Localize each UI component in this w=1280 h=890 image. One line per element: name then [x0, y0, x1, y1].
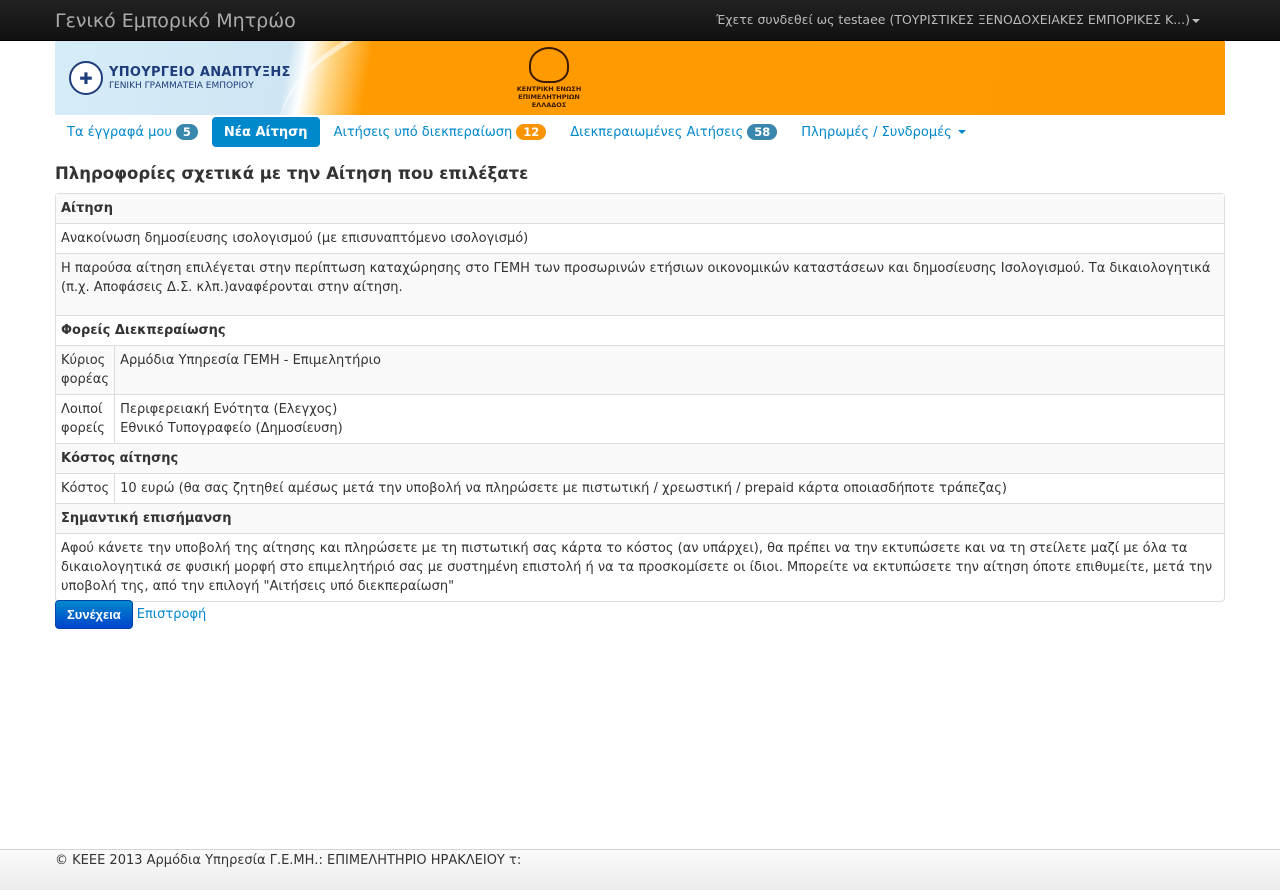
hermes-head-icon — [529, 47, 569, 83]
top-navbar: Γενικό Εμπορικό Μητρώο Έχετε συνδεθεί ως… — [0, 0, 1280, 41]
request-section-header: Αίτηση — [56, 194, 1224, 223]
user-menu[interactable]: Έχετε συνδεθεί ως testaee (ΤΟΥΡΙΣΤΙΚΕΣ Ξ… — [716, 12, 1200, 27]
tab-new-request[interactable]: Νέα Αίτηση — [211, 117, 320, 147]
ministry-logo: ✚ ΥΠΟΥΡΓΕΙΟ ΑΝΑΠΤΥΞΗΣ ΓΕΝΙΚΗ ΓΡΑΜΜΑΤΕΙΑ … — [69, 61, 291, 95]
tab-label: Πληρωμές / Συνδρομές — [801, 124, 952, 140]
continue-button[interactable]: Συνέχεια — [55, 600, 133, 629]
tab-my-documents[interactable]: Τα έγγραφά μου 5 — [55, 117, 210, 147]
other-agency-item: Περιφερειακή Ενότητα (Ελεγχος) — [120, 402, 338, 417]
other-agencies-value: Περιφερειακή Ενότητα (Ελεγχος) Εθνικό Τυπ… — [115, 394, 1224, 443]
tab-label: Τα έγγραφά μου — [67, 124, 172, 140]
pending-count-badge: 12 — [516, 124, 547, 140]
main-agency-value: Αρμόδια Υπηρεσία ΓΕΜΗ - Επιμελητήριο — [115, 345, 1224, 394]
form-actions: Συνέχεια Επιστροφή — [55, 600, 206, 629]
tab-label: Διεκπεραιωμένες Αιτήσεις — [570, 124, 744, 140]
caret-down-icon — [1192, 18, 1200, 23]
other-agencies-label: Λοιποί φορείς — [56, 394, 116, 443]
tab-completed-requests[interactable]: Διεκπεραιωμένες Αιτήσεις 58 — [558, 117, 789, 147]
agencies-section-header: Φορείς Διεκπεραίωσης — [56, 315, 1224, 345]
keee-logo: ΚΕΝΤΡΙΚΗ ΕΝΩΣΗ ΕΠΙΜΕΛΗΤΗΡΙΩΝ ΕΛΛΑΔΟΣ — [507, 47, 591, 109]
caret-down-icon — [957, 130, 966, 134]
user-menu-label: Έχετε συνδεθεί ως testaee (ΤΟΥΡΙΣΤΙΚΕΣ Ξ… — [715, 12, 1190, 27]
main-agency-label: Κύριος φορέας — [56, 345, 116, 394]
ministry-subtitle: ΓΕΝΙΚΗ ΓΡΑΜΜΑΤΕΙΑ ΕΜΠΟΡΙΟΥ — [109, 81, 254, 91]
header-banner: ✚ ΥΠΟΥΡΓΕΙΟ ΑΝΑΠΤΥΞΗΣ ΓΕΝΙΚΗ ΓΡΑΜΜΑΤΕΙΑ … — [55, 41, 1225, 115]
footer: © ΚΕΕΕ 2013 Αρμόδια Υπηρεσία Γ.Ε.ΜΗ.: ΕΠ… — [0, 849, 1280, 890]
request-description: Η παρούσα αίτηση επιλέγεται στην περίπτω… — [56, 253, 1224, 315]
tab-label: Αιτήσεις υπό διεκπεραίωση — [333, 124, 513, 140]
tab-pending-requests[interactable]: Αιτήσεις υπό διεκπεραίωση 12 — [322, 117, 559, 147]
greek-emblem-icon: ✚ — [69, 61, 103, 95]
my-documents-count-badge: 5 — [175, 124, 198, 140]
cost-label: Κόστος — [56, 473, 116, 503]
notice-section-header: Σημαντική επισήμανση — [56, 503, 1224, 533]
back-link[interactable]: Επιστροφή — [137, 607, 207, 622]
notice-text: Αφού κάνετε την υποβολή της αίτησης και … — [56, 533, 1224, 601]
cost-value: 10 ευρώ (θα σας ζητηθεί αμέσως μετά την … — [115, 473, 1224, 503]
cost-section-header: Κόστος αίτησης — [56, 443, 1224, 473]
brand-link[interactable]: Γενικό Εμπορικό Μητρώο — [55, 10, 296, 32]
tab-label: Νέα Αίτηση — [223, 124, 308, 140]
request-info-table: Αίτηση Ανακοίνωση δημοσίευσης ισολογισμο… — [55, 193, 1225, 602]
ministry-name: ΥΠΟΥΡΓΕΙΟ ΑΝΑΠΤΥΞΗΣ — [109, 65, 291, 80]
main-nav-tabs: Τα έγγραφά μου 5 Νέα Αίτηση Αιτήσεις υπό … — [55, 117, 978, 147]
footer-text: © ΚΕΕΕ 2013 Αρμόδια Υπηρεσία Γ.Ε.ΜΗ.: ΕΠ… — [55, 853, 522, 868]
keee-name: ΚΕΝΤΡΙΚΗ ΕΝΩΣΗ ΕΠΙΜΕΛΗΤΗΡΙΩΝ ΕΛΛΑΔΟΣ — [516, 85, 582, 109]
page-title: Πληροφορίες σχετικά με την Αίτηση που επ… — [55, 164, 529, 183]
completed-count-badge: 58 — [747, 124, 778, 140]
other-agency-item: Εθνικό Τυπογραφείο (Δημοσίευση) — [120, 421, 343, 436]
tab-payments-dropdown[interactable]: Πληρωμές / Συνδρομές — [789, 117, 978, 147]
request-name: Ανακοίνωση δημοσίευσης ισολογισμού (με ε… — [56, 223, 1224, 253]
